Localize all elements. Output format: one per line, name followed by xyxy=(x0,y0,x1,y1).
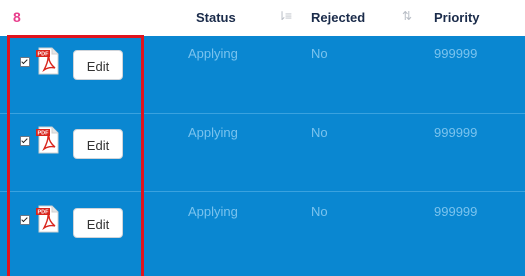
rejected-cell: No xyxy=(311,125,328,140)
pdf-file-icon: PDF xyxy=(36,205,59,233)
table-row: PDF Edit Applying No 999999 xyxy=(0,114,525,191)
svg-text:PDF: PDF xyxy=(38,210,50,216)
edit-button[interactable]: Edit xyxy=(73,208,123,238)
column-header-priority[interactable]: Priority xyxy=(434,10,480,25)
row-checkbox[interactable] xyxy=(20,215,30,225)
status-cell: Applying xyxy=(188,125,238,140)
row-checkbox[interactable] xyxy=(20,57,30,67)
priority-cell: 999999 xyxy=(434,204,478,219)
status-cell: Applying xyxy=(188,46,238,61)
sort-icon[interactable]: ⇅ xyxy=(402,9,412,23)
pdf-file-icon: PDF xyxy=(36,47,59,75)
pdf-file-icon: PDF xyxy=(36,126,59,154)
table-body: PDF Edit Applying No 999999 PDF Edit App… xyxy=(0,36,525,276)
priority-cell: 999999 xyxy=(434,125,478,140)
svg-text:PDF: PDF xyxy=(38,52,50,58)
rejected-cell: No xyxy=(311,204,328,219)
table-row: PDF Edit Applying No 999999 xyxy=(0,36,525,113)
column-header-status[interactable]: Status xyxy=(196,10,236,25)
table-row: PDF Edit Applying No 999999 xyxy=(0,192,525,276)
rejected-cell: No xyxy=(311,46,328,61)
sort-alpha-asc-icon[interactable]: ⇂≡ xyxy=(277,9,292,23)
edit-button[interactable]: Edit xyxy=(73,129,123,159)
priority-cell: 999999 xyxy=(434,46,478,61)
column-header-rejected[interactable]: Rejected xyxy=(311,10,365,25)
status-cell: Applying xyxy=(188,204,238,219)
table-header: 8 Status ⇂≡ Rejected ⇅ Priority xyxy=(0,0,525,36)
row-checkbox[interactable] xyxy=(20,136,30,146)
edit-button[interactable]: Edit xyxy=(73,50,123,80)
selection-count-badge: 8 xyxy=(13,9,21,25)
svg-text:PDF: PDF xyxy=(38,131,50,137)
